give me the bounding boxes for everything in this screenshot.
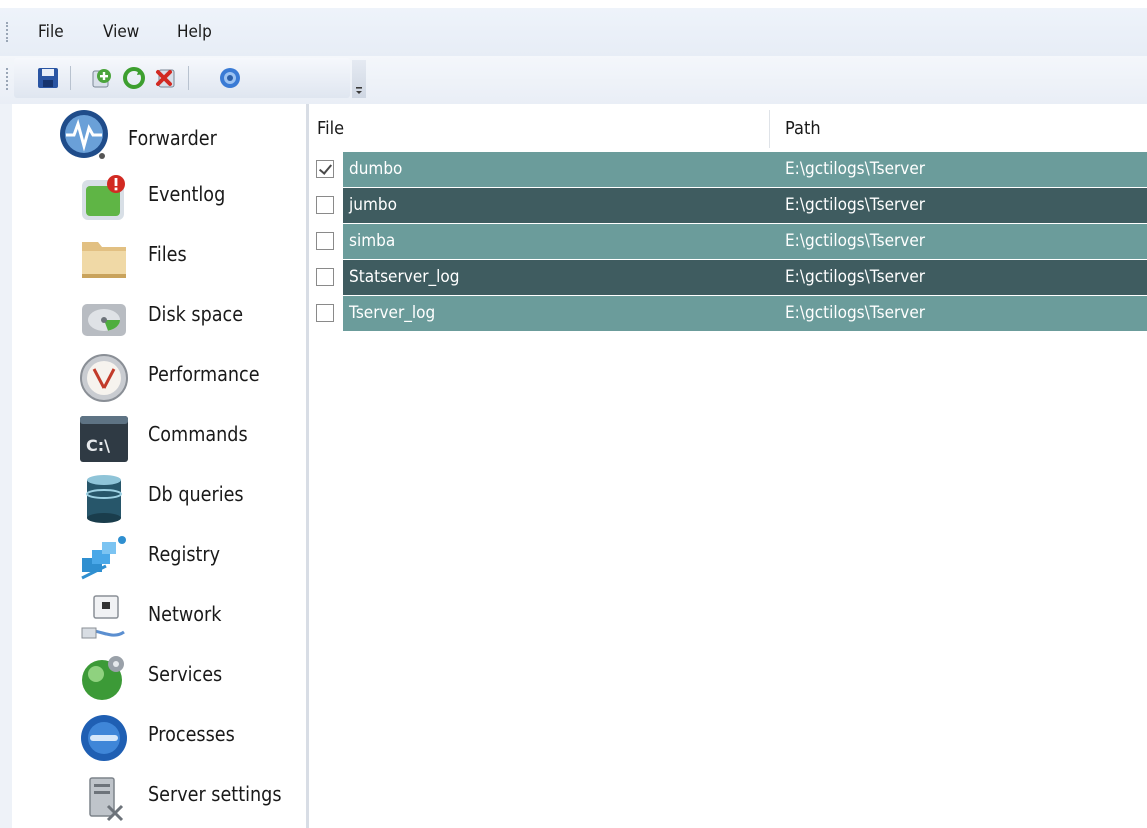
sidebar-item-label: Registry <box>148 542 221 566</box>
table-row[interactable]: Statserver_log E:\gctilogs\Tserver <box>309 260 1147 295</box>
table-row[interactable]: Tserver_log E:\gctilogs\Tserver <box>309 296 1147 331</box>
row-highlight <box>343 188 1147 223</box>
menu-help[interactable]: Help <box>177 22 212 42</box>
cell-file-path: E:\gctilogs\Tserver <box>785 195 926 215</box>
cell-file-name: dumbo <box>349 159 403 179</box>
sidebar-item-label: Performance <box>148 362 260 386</box>
sidebar-item-label: Eventlog <box>148 182 226 206</box>
database-icon <box>86 475 122 523</box>
eventlog-icon <box>82 175 125 220</box>
sidebar-item-eventlog[interactable]: Eventlog <box>12 166 306 226</box>
menu-file[interactable]: File <box>38 22 64 42</box>
row-checkbox[interactable] <box>316 196 334 214</box>
add-icon[interactable] <box>90 66 114 90</box>
forwarder-icon <box>60 110 108 159</box>
processes-icon <box>81 715 127 761</box>
svg-text:C:\: C:\ <box>86 436 110 455</box>
row-highlight <box>343 152 1147 187</box>
sidebar-item-db-queries[interactable]: Db queries <box>12 466 306 526</box>
toolbar-overflow-button[interactable] <box>352 60 366 98</box>
gauge-icon <box>80 354 128 402</box>
table-row[interactable]: simba E:\gctilogs\Tserver <box>309 224 1147 259</box>
toolbar-strip <box>6 58 350 98</box>
refresh-icon[interactable] <box>122 66 146 90</box>
row-checkbox[interactable] <box>316 268 334 286</box>
cell-file-name: simba <box>349 231 396 251</box>
toolbar-grip <box>6 68 10 90</box>
sidebar-item-label: Server settings <box>148 782 282 806</box>
registry-icon <box>81 536 126 580</box>
network-icon <box>81 595 125 639</box>
row-checkbox[interactable] <box>316 304 334 322</box>
menu-bar: File View Help <box>0 8 1147 56</box>
save-icon[interactable] <box>36 66 60 90</box>
sidebar-item-server-settings[interactable]: Server settings <box>12 766 306 826</box>
services-icon <box>82 656 124 700</box>
remove-icon[interactable] <box>154 66 178 90</box>
sidebar-item-label: Db queries <box>148 482 244 506</box>
sidebar-item-services[interactable]: Services <box>12 646 306 706</box>
sidebar-item-performance[interactable]: Performance <box>12 346 306 406</box>
table-row[interactable]: jumbo E:\gctilogs\Tserver <box>309 188 1147 223</box>
cell-file-name: Tserver_log <box>349 303 436 323</box>
cell-file-name: Statserver_log <box>349 267 460 287</box>
column-header-path[interactable]: Path <box>785 118 821 139</box>
sidebar: Forwarder Eventlog Files Disk space Perf… <box>12 104 309 828</box>
sidebar-item-forwarder[interactable]: Forwarder <box>12 106 306 166</box>
toolbar-separator <box>188 66 189 90</box>
app-window: File View Help Forwarder Eventlog Files … <box>0 0 1147 828</box>
column-header-file[interactable]: File <box>317 118 344 139</box>
sidebar-item-label: Network <box>148 602 222 626</box>
sidebar-item-files[interactable]: Files <box>12 226 306 286</box>
list-header: File Path <box>309 110 1147 150</box>
console-icon: C:\ <box>80 416 128 462</box>
disk-icon <box>82 304 126 336</box>
row-checkbox[interactable] <box>316 160 334 178</box>
folder-icon <box>82 242 126 278</box>
cell-file-path: E:\gctilogs\Tserver <box>785 159 926 179</box>
file-list: File Path dumbo E:\gctilogs\Tserver jumb… <box>309 104 1147 828</box>
row-checkbox[interactable] <box>316 232 334 250</box>
sidebar-item-registry[interactable]: Registry <box>12 526 306 586</box>
sidebar-item-label: Services <box>148 662 223 686</box>
toolbar <box>0 56 1147 104</box>
sidebar-item-processes[interactable]: Processes <box>12 706 306 766</box>
sidebar-item-network[interactable]: Network <box>12 586 306 646</box>
row-highlight <box>343 296 1147 331</box>
sidebar-item-label: Commands <box>148 422 248 446</box>
sidebar-edge <box>0 104 12 828</box>
row-highlight <box>343 224 1147 259</box>
cell-file-name: jumbo <box>349 195 397 215</box>
cell-file-path: E:\gctilogs\Tserver <box>785 231 926 251</box>
column-divider[interactable] <box>769 110 770 148</box>
menu-grip <box>6 22 10 42</box>
menu-view[interactable]: View <box>103 22 139 42</box>
sidebar-item-label: Disk space <box>148 302 244 326</box>
row-highlight <box>343 260 1147 295</box>
help-icon[interactable] <box>218 66 242 90</box>
sidebar-item-commands[interactable]: C:\ Commands <box>12 406 306 466</box>
cell-file-path: E:\gctilogs\Tserver <box>785 267 926 287</box>
sidebar-item-label: Files <box>148 242 187 266</box>
cell-file-path: E:\gctilogs\Tserver <box>785 303 926 323</box>
table-row[interactable]: dumbo E:\gctilogs\Tserver <box>309 152 1147 187</box>
server-settings-icon <box>89 777 124 822</box>
toolbar-separator <box>70 66 71 90</box>
sidebar-item-disk-space[interactable]: Disk space <box>12 286 306 346</box>
sidebar-item-label: Forwarder <box>128 126 217 150</box>
sidebar-item-label: Processes <box>148 722 235 746</box>
